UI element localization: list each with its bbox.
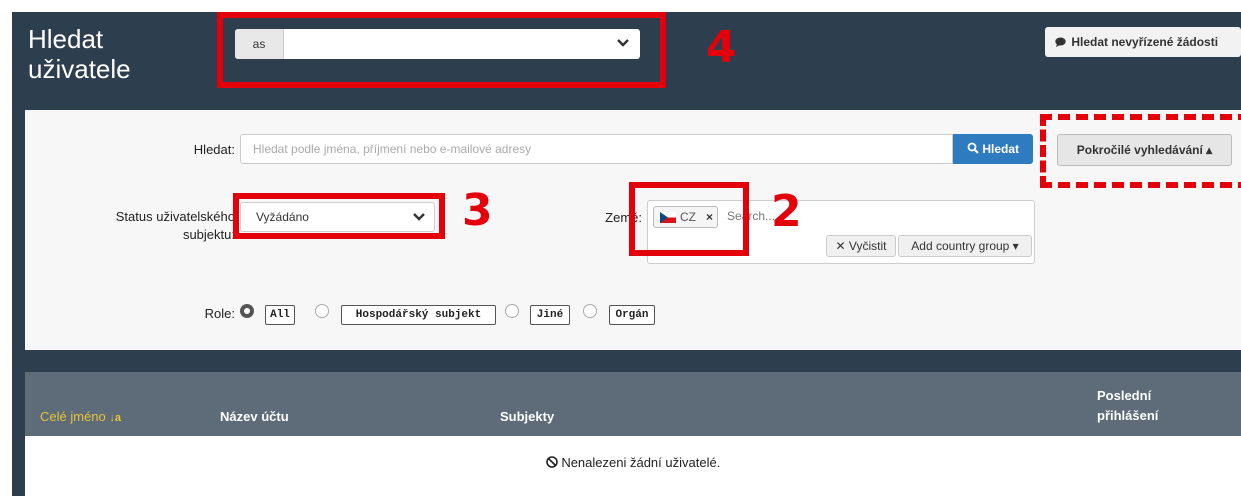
column-full-name-label: Celé jméno	[40, 409, 106, 424]
column-account-name[interactable]: Název účtu	[220, 409, 289, 424]
clear-countries-button[interactable]: ✕ Vyčistit	[826, 235, 896, 257]
role-option-other[interactable]: Jiné	[530, 305, 570, 325]
role-option-economic-operator[interactable]: Hospodářský subjekt	[341, 305, 496, 325]
users-table-body: Nenalezeni žádní uživatelé.	[25, 436, 1241, 496]
search-label: Hledat:	[193, 142, 235, 157]
empty-results-message: Nenalezeni žádní uživatelé.	[25, 455, 1241, 470]
annotation-number-4: 4	[706, 22, 737, 73]
page-title-line1: Hledat	[28, 24, 104, 54]
search-icon	[967, 142, 979, 154]
page-title: Hledat uživatele	[28, 24, 131, 84]
role-label: Role:	[204, 306, 235, 321]
users-table-header: Celé jméno ↓a Název účtu Subjekty Posled…	[25, 372, 1241, 436]
status-label-line1: Status uživatelského	[115, 209, 235, 224]
sort-icon: ↓a	[109, 412, 122, 424]
search-button-label: Hledat	[982, 142, 1020, 156]
column-full-name[interactable]: Celé jméno ↓a	[40, 409, 121, 424]
status-label-line2: subjektu:	[182, 227, 235, 242]
role-radio-economic-operator[interactable]	[315, 304, 329, 318]
annotation-number-3: 3	[462, 185, 493, 236]
page-title-line2: uživatele	[28, 54, 131, 84]
column-last-login[interactable]: Poslední přihlášení	[1097, 386, 1158, 426]
column-last-login-line1: Poslední	[1097, 388, 1152, 403]
annotation-box-3	[233, 193, 445, 239]
search-button[interactable]: Hledat	[953, 134, 1033, 164]
role-radio-authority[interactable]	[583, 304, 597, 318]
comment-icon	[1055, 37, 1066, 47]
search-input[interactable]: Hledat podle jména, příjmení nebo e-mail…	[240, 134, 953, 164]
pending-requests-button[interactable]: Hledat nevyřízené žádosti	[1045, 27, 1241, 57]
annotation-dashed-box-advanced	[1040, 114, 1241, 188]
annotation-box-2	[629, 182, 749, 256]
role-option-all[interactable]: All	[265, 305, 295, 325]
empty-results-text: Nenalezeni žádní uživatelé.	[561, 455, 721, 470]
annotation-box-4	[217, 12, 666, 88]
role-radio-other[interactable]	[505, 304, 519, 318]
pending-requests-label: Hledat nevyřízené žádosti	[1071, 35, 1219, 49]
annotation-number-2: 2	[771, 186, 802, 237]
add-country-group-button[interactable]: Add country group ▾	[898, 235, 1032, 257]
column-last-login-line2: přihlášení	[1097, 408, 1159, 423]
role-radio-all[interactable]	[240, 304, 254, 318]
ban-icon	[545, 456, 558, 468]
column-subjects[interactable]: Subjekty	[500, 409, 554, 424]
role-option-authority[interactable]: Orgán	[609, 305, 655, 325]
status-label: Status uživatelského subjektu:	[65, 208, 235, 244]
